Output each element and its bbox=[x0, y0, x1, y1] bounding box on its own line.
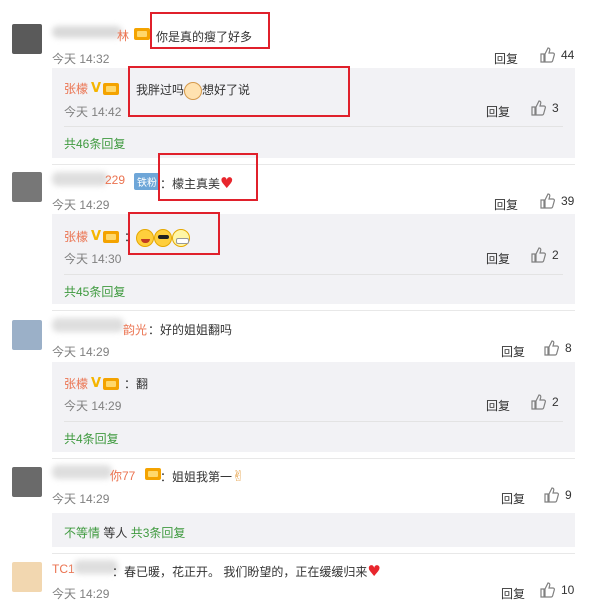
blurred-username bbox=[52, 465, 112, 479]
reply-button[interactable]: 回复 bbox=[494, 196, 518, 213]
avatar[interactable] bbox=[12, 320, 42, 350]
reply-button[interactable]: 回复 bbox=[486, 397, 510, 414]
reply-box: 张檬 V ：翻 今天 14:29 回复 2 共4条回复 bbox=[52, 362, 575, 452]
highlight-box bbox=[128, 212, 220, 255]
username[interactable]: TC1 bbox=[52, 562, 75, 576]
vip-badge-icon bbox=[134, 28, 150, 40]
highlight-box bbox=[150, 12, 270, 49]
divider bbox=[52, 553, 575, 554]
like-count: 10 bbox=[561, 583, 575, 597]
fan-badge: 铁粉 bbox=[134, 173, 160, 190]
reply-button[interactable]: 回复 bbox=[501, 490, 525, 507]
like-count: 3 bbox=[552, 101, 559, 115]
like-button[interactable]: 44 bbox=[539, 47, 574, 63]
highlight-box bbox=[128, 66, 350, 117]
more-replies-link[interactable]: 共3条回复 bbox=[131, 526, 186, 540]
like-count: 44 bbox=[561, 48, 575, 62]
comment-text: ：好的姐姐翻吗 bbox=[148, 323, 233, 337]
more-replies-link[interactable]: 共46条回复 bbox=[64, 135, 125, 152]
timestamp: 今天 14:30 bbox=[64, 252, 122, 266]
thumbs-up-icon bbox=[544, 340, 559, 356]
divider bbox=[52, 310, 575, 311]
divider bbox=[52, 164, 575, 165]
verified-v-icon: V bbox=[91, 376, 102, 391]
like-count: 39 bbox=[561, 194, 575, 208]
reply-box: 不等情 等人 共3条回复 bbox=[52, 513, 575, 547]
verified-v-icon: V bbox=[91, 229, 102, 244]
username[interactable]: 韵光 bbox=[123, 321, 147, 338]
reply-button[interactable]: 回复 bbox=[486, 103, 510, 120]
timestamp: 今天 14:29 bbox=[52, 492, 110, 506]
like-count: 8 bbox=[565, 341, 572, 355]
username[interactable]: 229 bbox=[105, 173, 125, 187]
timestamp: 今天 14:29 bbox=[52, 345, 110, 359]
thumbs-up-icon bbox=[540, 582, 555, 598]
more-replies-link[interactable]: 共45条回复 bbox=[64, 283, 125, 300]
blurred-username bbox=[52, 318, 124, 332]
blurred-username bbox=[52, 26, 122, 38]
avatar[interactable] bbox=[12, 24, 42, 54]
victory-hand-icon: ✌ bbox=[232, 467, 245, 485]
timestamp: 今天 14:32 bbox=[52, 52, 110, 66]
comment-text: ：春已暖，花正开。 我们盼望的，正在缓缓归来♥ bbox=[112, 562, 381, 580]
like-button[interactable]: 3 bbox=[530, 100, 559, 116]
highlight-box bbox=[158, 153, 258, 201]
reply-text: ：翻 bbox=[124, 377, 149, 391]
reply-button[interactable]: 回复 bbox=[501, 343, 525, 360]
timestamp: 今天 14:29 bbox=[52, 198, 110, 212]
username[interactable]: 林 bbox=[117, 27, 129, 44]
avatar[interactable] bbox=[12, 562, 42, 592]
like-count: 9 bbox=[565, 488, 572, 502]
reply-summary: 不等情 等人 共3条回复 bbox=[64, 524, 185, 541]
avatar[interactable] bbox=[12, 172, 42, 202]
divider bbox=[52, 458, 575, 459]
thumbs-up-icon bbox=[531, 247, 546, 263]
like-button[interactable]: 39 bbox=[539, 193, 574, 209]
like-count: 2 bbox=[552, 395, 559, 409]
reply-others: 等人 bbox=[103, 526, 128, 540]
reply-box: 张檬 V ： 今天 14:30 回复 2 共45条回复 bbox=[52, 212, 575, 304]
blurred-username bbox=[52, 172, 108, 186]
timestamp: 今天 14:42 bbox=[64, 105, 122, 119]
comment-text: ：姐姐我第一✌ bbox=[160, 467, 245, 485]
like-count: 2 bbox=[552, 248, 559, 262]
thumbs-up-icon bbox=[540, 193, 555, 209]
verified-v-icon: V bbox=[91, 81, 102, 96]
username[interactable]: 你77 bbox=[110, 467, 135, 484]
reply-button[interactable]: 回复 bbox=[501, 585, 525, 602]
thumbs-up-icon bbox=[540, 47, 555, 63]
like-button[interactable]: 9 bbox=[543, 487, 572, 503]
reply-button[interactable]: 回复 bbox=[486, 250, 510, 267]
vip-badge-icon bbox=[145, 468, 161, 480]
reply-username[interactable]: 张檬 V bbox=[64, 228, 120, 245]
reply-button[interactable]: 回复 bbox=[494, 50, 518, 67]
reply-box: 张檬 V 我胖过吗 想好了说 今天 14:42 回复 3 共46条回复 bbox=[52, 66, 575, 158]
divider bbox=[64, 421, 563, 422]
avatar[interactable] bbox=[12, 467, 42, 497]
like-button[interactable]: 2 bbox=[530, 247, 559, 263]
vip-badge-icon bbox=[103, 230, 120, 243]
vip-badge-icon bbox=[103, 82, 120, 95]
divider bbox=[64, 274, 563, 275]
vip-badge-icon bbox=[103, 377, 120, 390]
thumbs-up-icon bbox=[544, 487, 559, 503]
like-button[interactable]: 8 bbox=[543, 340, 572, 356]
like-button[interactable]: 2 bbox=[530, 394, 559, 410]
reply-username[interactable]: 张檬 V bbox=[64, 375, 120, 392]
timestamp: 今天 14:29 bbox=[64, 399, 122, 413]
more-replies-link[interactable]: 共4条回复 bbox=[64, 430, 119, 447]
reply-username[interactable]: 不等情 bbox=[64, 526, 100, 540]
divider bbox=[64, 126, 563, 127]
heart-icon: ♥ bbox=[367, 562, 381, 580]
thumbs-up-icon bbox=[531, 394, 546, 410]
reply-username[interactable]: 张檬 V bbox=[64, 80, 120, 97]
timestamp: 今天 14:29 bbox=[52, 587, 110, 601]
thumbs-up-icon bbox=[531, 100, 546, 116]
like-button[interactable]: 10 bbox=[539, 582, 574, 598]
